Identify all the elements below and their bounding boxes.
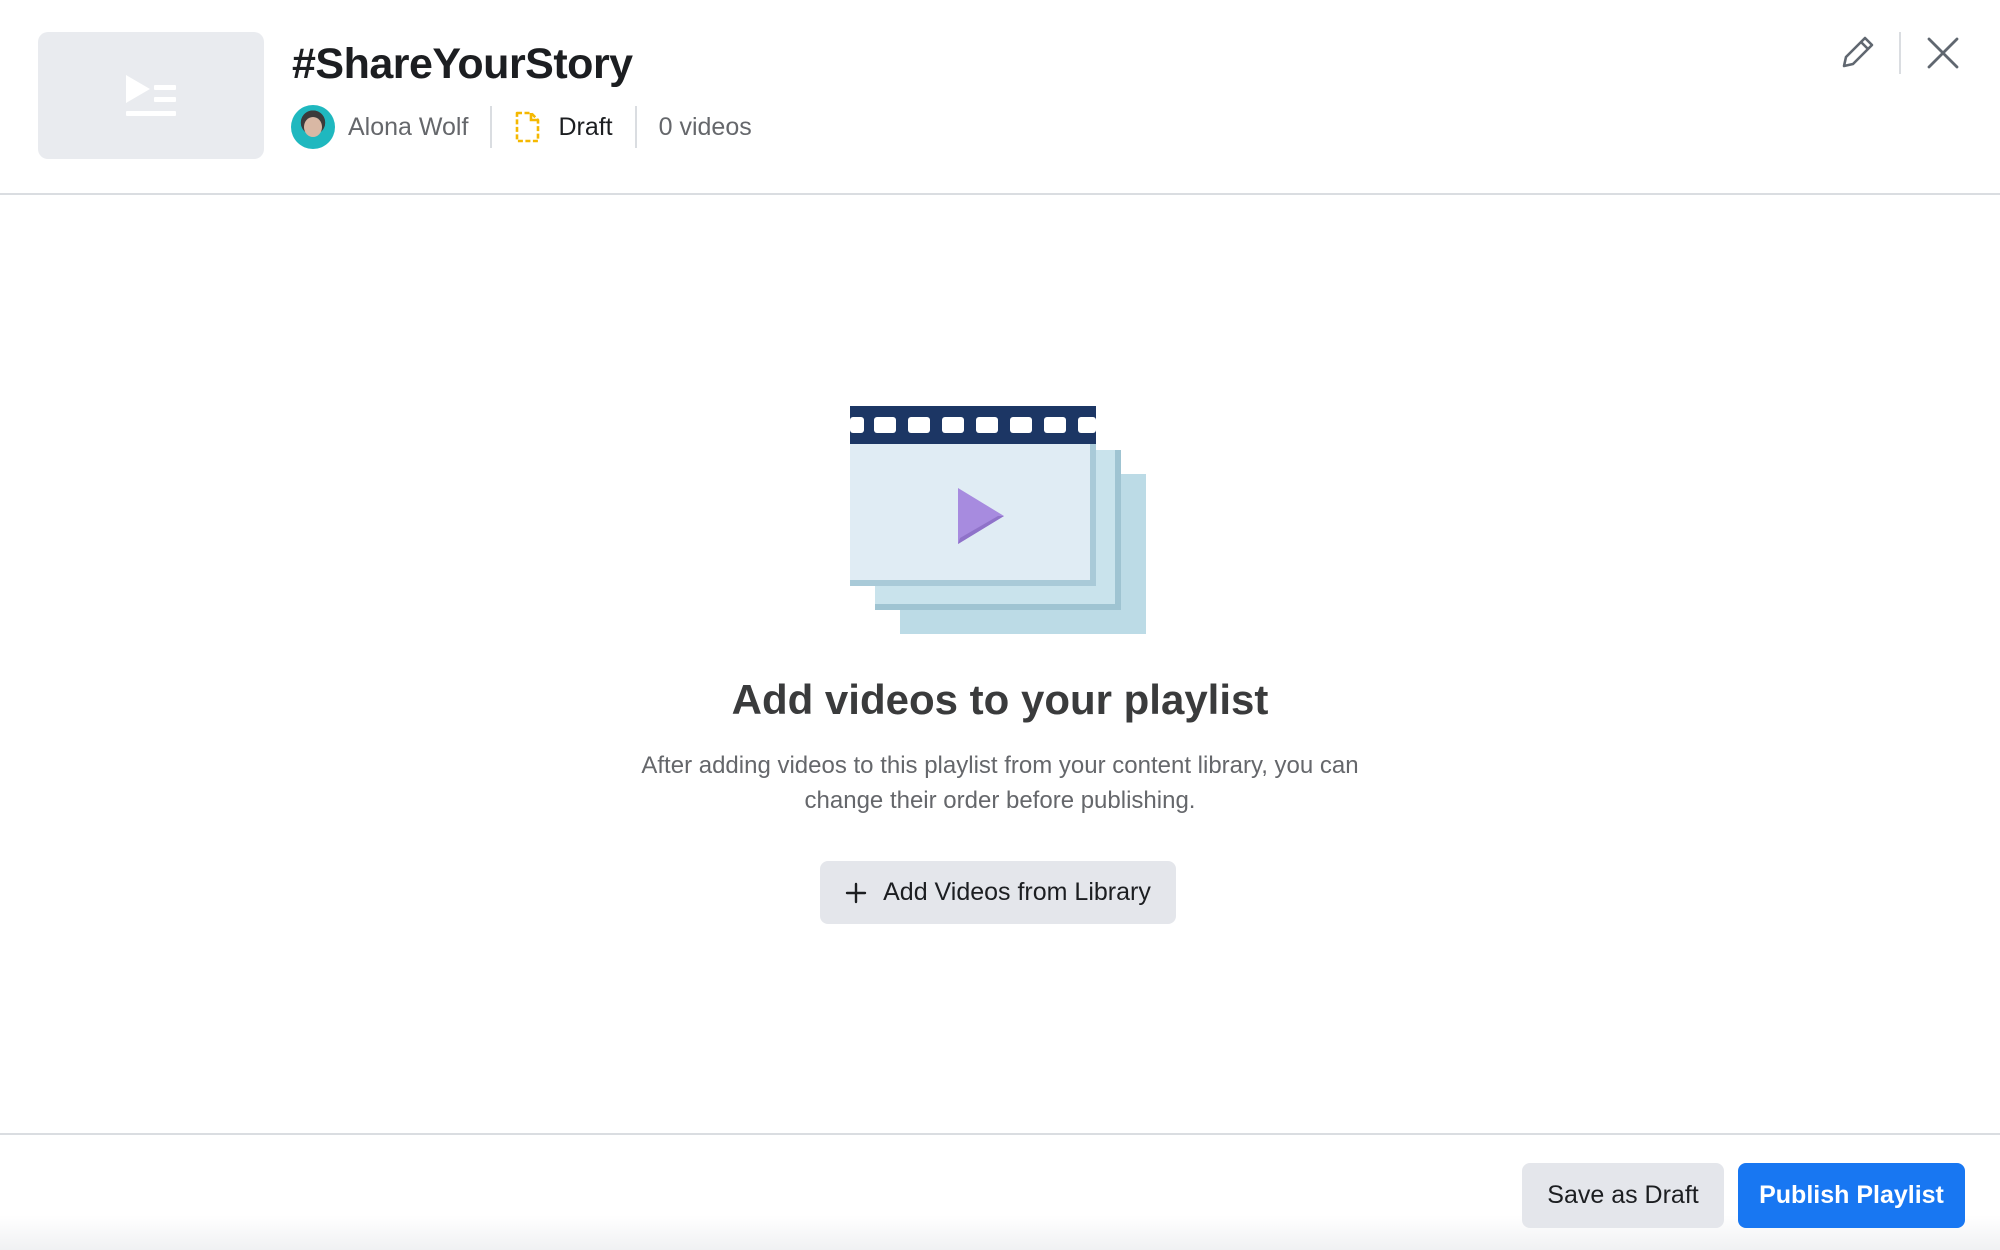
playlist-thumbnail[interactable] xyxy=(38,32,264,159)
meta-divider xyxy=(490,106,493,148)
header-divider xyxy=(1899,32,1901,74)
pencil-icon xyxy=(1842,36,1874,68)
empty-state-description: After adding videos to this playlist fro… xyxy=(641,752,1359,814)
add-videos-label: Add Videos from Library xyxy=(883,878,1151,906)
film-stack-illustration xyxy=(848,404,1148,634)
close-button[interactable] xyxy=(1918,28,1968,78)
close-icon xyxy=(1927,37,1959,69)
status-badge: Draft xyxy=(558,112,613,141)
publish-playlist-button[interactable]: Publish Playlist xyxy=(1738,1163,1965,1228)
playlist-icon xyxy=(126,74,176,116)
author-name: Alona Wolf xyxy=(348,112,469,141)
save-draft-button[interactable]: Save as Draft xyxy=(1522,1163,1724,1228)
draft-document-icon xyxy=(514,111,540,143)
playlist-meta: Alona Wolf Draft 0 videos xyxy=(291,104,752,150)
playlist-header: #ShareYourStory Alona Wolf Draft 0 video… xyxy=(0,0,2000,195)
edit-button[interactable] xyxy=(1832,28,1882,78)
empty-state-title: Add videos to your playlist xyxy=(731,676,1269,723)
meta-divider xyxy=(634,106,637,148)
add-videos-button[interactable]: Add Videos from Library xyxy=(820,861,1176,924)
plus-icon xyxy=(845,882,867,904)
avatar xyxy=(291,105,335,149)
playlist-title: #ShareYourStory xyxy=(292,40,633,88)
video-count: 0 videos xyxy=(658,112,752,141)
